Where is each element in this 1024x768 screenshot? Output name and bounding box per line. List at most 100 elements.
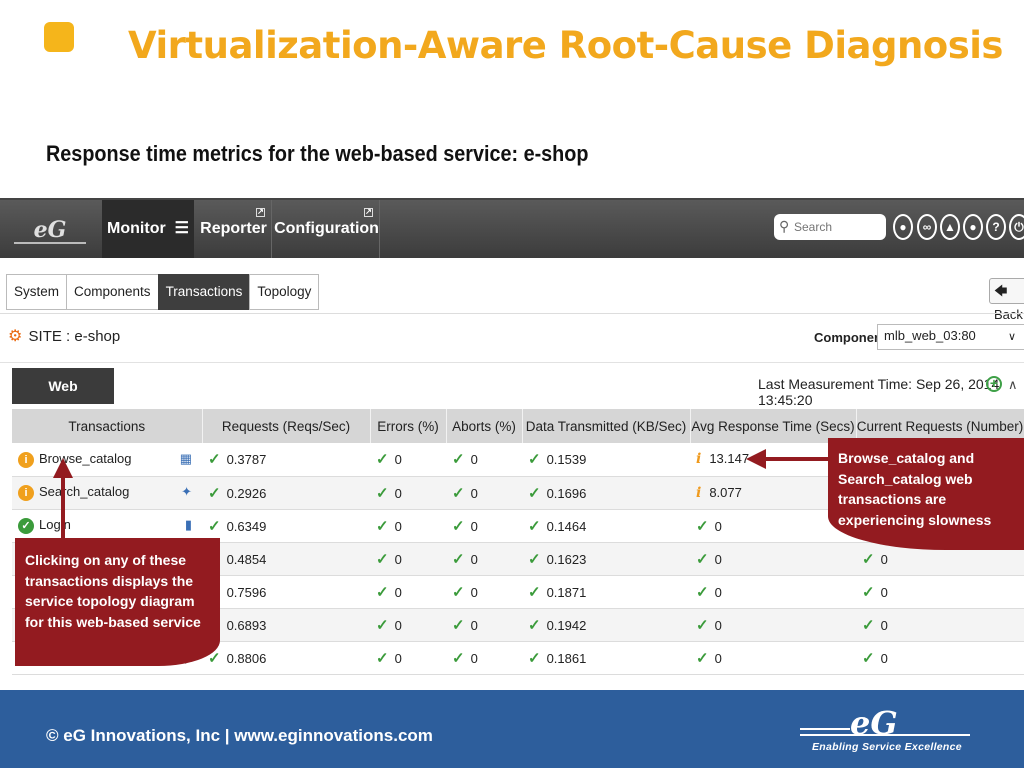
admin-icon[interactable]: ▲ — [940, 214, 960, 240]
column-header[interactable]: Errors (%) — [370, 409, 447, 443]
column-header[interactable]: Requests (Reqs/Sec) — [202, 409, 371, 443]
eg-footer-logo: eG Enabling Service Excellence — [800, 698, 980, 756]
footer-logo-text: eG — [850, 704, 898, 742]
site-label: SITE : e-shop — [28, 328, 121, 345]
requests-value: 0.2926 — [226, 485, 267, 501]
current-requests-cell: ✓ 0 — [856, 575, 1024, 609]
link-icon[interactable]: ∞ — [917, 214, 937, 240]
check-icon: ✓ — [376, 451, 389, 469]
gear-icon: ⚙ — [8, 328, 23, 345]
data-transmitted-cell: ✓ 0.1696 — [522, 476, 690, 510]
current-requests-cell: ✓ 0 — [856, 641, 1024, 675]
aborts-cell: ✓ 0 — [446, 476, 522, 510]
check-icon: ✓ — [862, 583, 875, 601]
requests-value: 0.7596 — [226, 584, 267, 600]
check-icon: ✓ — [528, 484, 541, 502]
nav-monitor-label: Monitor — [107, 220, 166, 237]
errors-cell: ✓ 0 — [370, 542, 446, 576]
column-header[interactable]: Transactions — [12, 409, 203, 443]
check-icon: ✓ — [452, 451, 465, 469]
check-icon: ✓ — [696, 616, 709, 634]
check-icon: ✓ — [376, 550, 389, 568]
requests-cell: ✓ 0.3787 — [202, 443, 370, 477]
errors-cell: ✓ 0 — [370, 443, 446, 477]
menu-icon: ☰ — [170, 220, 189, 237]
aborts-value: 0 — [470, 551, 478, 567]
errors-cell: ✓ 0 — [370, 509, 446, 543]
avg-response-value: 0 — [714, 617, 722, 633]
current-requests-cell: ✓ 0 — [856, 608, 1024, 642]
aborts-value: 0 — [470, 584, 478, 600]
eg-app-logo[interactable]: eG — [8, 208, 92, 252]
chevron-down-icon: ∨ — [1007, 331, 1016, 343]
check-icon: ✓ — [452, 616, 465, 634]
transaction-type-icon: ✦ — [181, 484, 192, 500]
check-icon: ✓ — [862, 649, 875, 667]
footer-tagline: Enabling Service Excellence — [812, 741, 962, 753]
power-icon[interactable]: ⏻ — [1009, 214, 1024, 240]
top-navbar: eG Monitor ☰ Reporter ↗ Configuration ↗ … — [0, 200, 1024, 258]
check-icon: ✓ — [452, 550, 465, 568]
requests-value: 0.6349 — [226, 518, 267, 534]
requests-cell: ✓0.6893 — [202, 608, 370, 642]
tab-topology[interactable]: Topology — [249, 274, 320, 310]
column-header[interactable]: Data Transmitted (KB/Sec) — [522, 409, 691, 443]
transaction-name[interactable]: Search_catalog — [39, 484, 129, 499]
callout-arrowhead — [53, 458, 73, 478]
data-transmitted-value: 0.1623 — [546, 551, 587, 567]
errors-cell: ✓ 0 — [370, 641, 446, 675]
site-heading: ⚙ SITE : e-shop — [8, 326, 120, 346]
requests-cell: ✓ 0.8806 — [202, 641, 370, 675]
add-icon[interactable]: + — [986, 376, 1002, 392]
nav-monitor[interactable]: Monitor ☰ — [102, 200, 194, 258]
data-transmitted-cell: ✓ 0.1539 — [522, 443, 690, 477]
divider — [0, 362, 1024, 363]
user-icon[interactable]: ● — [893, 214, 913, 240]
current-requests-value: 0 — [880, 551, 888, 567]
errors-value: 0 — [394, 551, 402, 567]
tab-components[interactable]: Components — [66, 274, 158, 310]
check-icon: ✓ — [208, 484, 221, 502]
avg-response-value: 0 — [714, 584, 722, 600]
tab-transactions[interactable]: Transactions — [157, 274, 250, 310]
aborts-value: 0 — [470, 617, 478, 633]
column-header[interactable]: Aborts (%) — [446, 409, 523, 443]
ok-status-icon: ✓ — [18, 517, 34, 534]
current-requests-value: 0 — [880, 650, 888, 666]
bell-icon[interactable]: ● — [963, 214, 983, 240]
errors-value: 0 — [394, 650, 402, 666]
check-icon: ✓ — [208, 517, 221, 535]
aborts-value: 0 — [470, 452, 478, 468]
avg-response-cell: ✓ 0 — [690, 641, 856, 675]
data-transmitted-value: 0.1696 — [546, 485, 587, 501]
transaction-name[interactable]: Login — [39, 517, 71, 532]
check-icon: ✓ — [696, 517, 709, 535]
nav-configuration[interactable]: Configuration ↗ — [274, 200, 380, 258]
errors-value: 0 — [394, 617, 402, 633]
search-input[interactable] — [794, 217, 880, 237]
check-icon: ✓ — [376, 484, 389, 502]
help-icon[interactable]: ? — [986, 214, 1006, 240]
check-icon: ✓ — [528, 451, 541, 469]
data-transmitted-value: 0.1942 — [546, 617, 587, 633]
search-box[interactable]: ⚲ — [774, 214, 886, 240]
aborts-cell: ✓ 0 — [446, 542, 522, 576]
current-requests-value: 0 — [880, 584, 888, 600]
data-transmitted-cell: ✓ 0.1623 — [522, 542, 690, 576]
transaction-name-cell[interactable]: i Browse_catalog ▦ — [12, 443, 202, 477]
web-transactions-button[interactable]: Web Transactions — [12, 368, 114, 430]
nav-reporter[interactable]: Reporter ↗ — [196, 200, 272, 258]
transaction-name-cell[interactable]: i Search_catalog ✦ — [12, 476, 202, 510]
errors-cell: ✓ 0 — [370, 575, 446, 609]
view-tabs: System Components Transactions Topology — [6, 274, 320, 310]
tab-system[interactable]: System — [6, 274, 67, 310]
requests-value: 0.6893 — [226, 617, 267, 633]
aborts-value: 0 — [470, 518, 478, 534]
check-icon: ✓ — [376, 583, 389, 601]
collapse-icon[interactable]: ∧ — [1008, 377, 1018, 393]
component-value: mlb_web_03:80 — [884, 328, 976, 343]
component-select[interactable]: mlb_web_03:80 ∨ — [877, 324, 1024, 350]
avg-response-cell: ✓ 0 — [690, 575, 856, 609]
check-icon: ✓ — [376, 649, 389, 667]
back-button[interactable]: 🡄 Back — [989, 278, 1024, 322]
